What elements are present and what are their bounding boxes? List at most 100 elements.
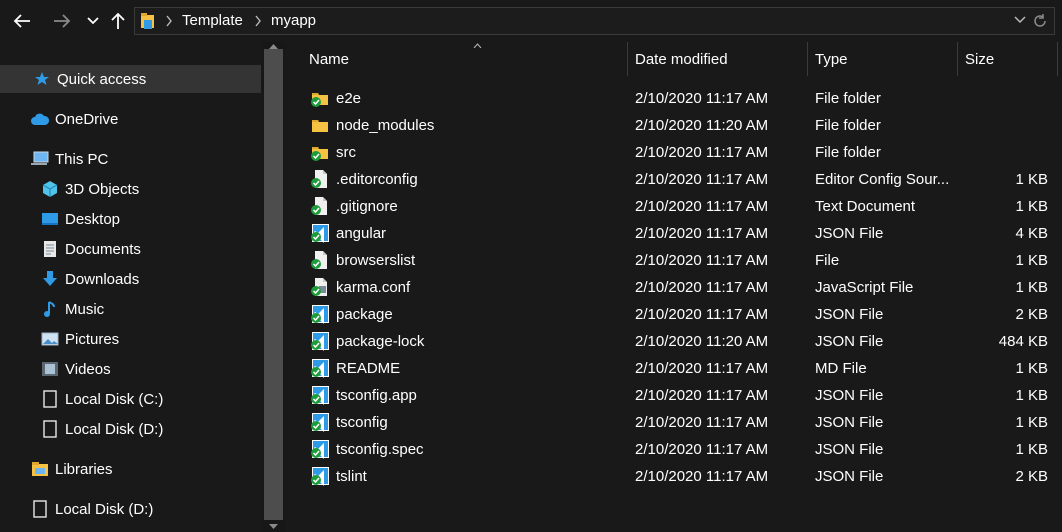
file-date-modified: 2/10/2020 11:17 AM <box>635 144 769 161</box>
file-name: tsconfig.app <box>336 387 417 404</box>
file-type: JavaScript File <box>815 279 914 296</box>
back-button[interactable] <box>9 8 35 34</box>
forward-button[interactable] <box>49 8 75 34</box>
file-row[interactable]: src 2/10/2020 11:17 AM File folder <box>308 139 1048 166</box>
sidebar-item-this-pc[interactable]: This PC <box>30 146 108 172</box>
file-name: tslint <box>336 468 367 485</box>
vscode-file-icon <box>310 304 330 324</box>
file-row[interactable]: .gitignore 2/10/2020 11:17 AM Text Documen… <box>308 193 1048 220</box>
file-name: src <box>336 144 356 161</box>
folder-icon <box>310 115 330 135</box>
file-size: 1 KB <box>1015 198 1048 215</box>
sidebar-item-pictures[interactable]: Pictures <box>40 326 119 352</box>
file-row[interactable]: browserslist 2/10/2020 11:17 AM File 1 KB <box>308 247 1048 274</box>
navigation-bar: Template myapp <box>0 0 1062 42</box>
sidebar-item-onedrive[interactable]: OneDrive <box>30 106 118 132</box>
scrollbar-thumb[interactable] <box>264 49 283 520</box>
file-name: node_modules <box>336 117 435 134</box>
drive-icon <box>40 419 60 439</box>
file-row[interactable]: tsconfig 2/10/2020 11:17 AM JSON File 1 KB <box>308 409 1048 436</box>
sidebar-item-music[interactable]: Music <box>40 296 104 322</box>
file-type: JSON File <box>815 414 884 431</box>
file-size: 1 KB <box>1015 252 1048 269</box>
file-row[interactable]: node_modules 2/10/2020 11:20 AM File folde… <box>308 112 1048 139</box>
sidebar-item-3d-objects[interactable]: 3D Objects <box>40 176 139 202</box>
column-divider[interactable] <box>1057 42 1058 76</box>
file-size: 1 KB <box>1015 279 1048 296</box>
file-type: JSON File <box>815 225 884 242</box>
sidebar-item-libraries[interactable]: Libraries <box>30 456 113 482</box>
column-header-type[interactable]: Type <box>807 42 957 76</box>
file-date-modified: 2/10/2020 11:17 AM <box>635 306 769 323</box>
file-date-modified: 2/10/2020 11:17 AM <box>635 225 769 242</box>
column-header-size[interactable]: Size <box>957 42 1057 76</box>
file-row[interactable]: package-lock 2/10/2020 11:20 AM JSON File 4… <box>308 328 1048 355</box>
file-row[interactable]: angular 2/10/2020 11:17 AM JSON File 4 KB <box>308 220 1048 247</box>
file-size: 2 KB <box>1015 468 1048 485</box>
chevron-down-icon[interactable] <box>1014 16 1026 24</box>
cube-icon <box>40 179 60 199</box>
file-row[interactable]: tsconfig.spec 2/10/2020 11:17 AM JSON File… <box>308 436 1048 463</box>
address-bar[interactable]: Template myapp <box>134 7 1055 35</box>
file-size: 1 KB <box>1015 441 1048 458</box>
vscode-file-icon <box>310 358 330 378</box>
computer-icon <box>30 149 50 169</box>
file-row[interactable]: README 2/10/2020 11:17 AM MD File 1 KB <box>308 355 1048 382</box>
sidebar-item-documents[interactable]: Documents <box>40 236 141 262</box>
file-row[interactable]: karma.conf 2/10/2020 11:17 AM JavaScript F… <box>308 274 1048 301</box>
file-row[interactable]: package 2/10/2020 11:17 AM JSON File 2 KB <box>308 301 1048 328</box>
column-header-label: Type <box>815 50 848 68</box>
scroll-down-icon[interactable] <box>269 524 278 530</box>
file-date-modified: 2/10/2020 11:20 AM <box>635 117 769 134</box>
refresh-icon[interactable] <box>1032 13 1048 29</box>
sidebar-item-local-disk-d-root[interactable]: Local Disk (D:) <box>30 496 153 522</box>
file-date-modified: 2/10/2020 11:17 AM <box>635 171 769 188</box>
up-button[interactable] <box>105 8 131 34</box>
drive-icon <box>40 389 60 409</box>
sidebar-item-local-disk-c[interactable]: Local Disk (C:) <box>40 386 163 412</box>
sidebar-item-label: Local Disk (C:) <box>65 390 164 408</box>
document-icon <box>40 239 60 259</box>
file-date-modified: 2/10/2020 11:17 AM <box>635 360 769 377</box>
sidebar-item-videos[interactable]: Videos <box>40 356 111 382</box>
sidebar-item-desktop[interactable]: Desktop <box>40 206 120 232</box>
file-date-modified: 2/10/2020 11:17 AM <box>635 441 769 458</box>
navigation-pane-scrollbar[interactable] <box>262 42 285 532</box>
js-file-icon <box>310 277 330 297</box>
file-synced-icon <box>310 169 330 189</box>
file-size: 2 KB <box>1015 306 1048 323</box>
file-name: .gitignore <box>336 198 398 215</box>
file-name: tsconfig.spec <box>336 441 424 458</box>
sidebar-item-quick-access[interactable]: Quick access <box>32 66 146 92</box>
file-date-modified: 2/10/2020 11:17 AM <box>635 279 769 296</box>
sidebar-item-local-disk-d[interactable]: Local Disk (D:) <box>40 416 163 442</box>
desktop-icon <box>40 209 60 229</box>
sidebar-item-label: Local Disk (D:) <box>55 500 154 518</box>
cloud-icon <box>30 109 50 129</box>
column-header-label: Name <box>309 50 350 68</box>
sidebar-item-label: Videos <box>65 360 111 378</box>
column-header-date[interactable]: Date modified <box>627 42 807 76</box>
file-name: angular <box>336 225 387 242</box>
picture-icon <box>40 329 60 349</box>
vscode-file-icon <box>310 223 330 243</box>
arrow-right-icon <box>54 14 71 28</box>
file-row[interactable]: e2e 2/10/2020 11:17 AM File folder <box>308 85 1048 112</box>
music-note-icon <box>40 299 60 319</box>
file-row[interactable]: tslint 2/10/2020 11:17 AM JSON File 2 KB <box>308 463 1048 490</box>
sort-ascending-icon <box>473 43 482 48</box>
file-row[interactable]: tsconfig.app 2/10/2020 11:17 AM JSON File 1… <box>308 382 1048 409</box>
file-type: MD File <box>815 360 867 377</box>
column-header-name[interactable]: Name <box>301 42 627 76</box>
file-type: JSON File <box>815 441 884 458</box>
sidebar-item-label: OneDrive <box>55 110 119 128</box>
vscode-file-icon <box>310 385 330 405</box>
file-row[interactable]: .editorconfig 2/10/2020 11:17 AM Editor Co… <box>308 166 1048 193</box>
sidebar-item-downloads[interactable]: Downloads <box>40 266 139 292</box>
file-date-modified: 2/10/2020 11:17 AM <box>635 414 769 431</box>
file-size: 1 KB <box>1015 171 1048 188</box>
recent-locations-button[interactable] <box>80 8 106 34</box>
breadcrumb-myapp[interactable]: myapp <box>271 12 316 29</box>
breadcrumb-template[interactable]: Template <box>182 12 243 29</box>
chevron-down-icon <box>87 17 99 25</box>
